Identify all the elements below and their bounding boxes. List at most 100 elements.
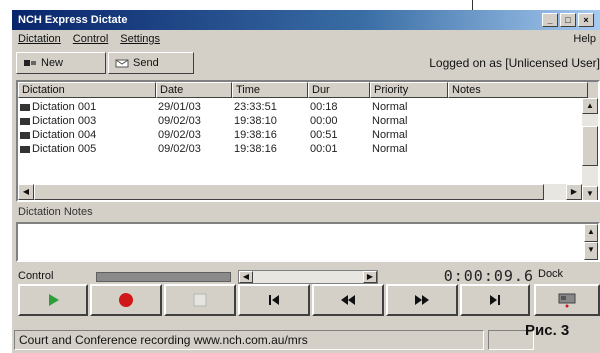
column-header-time[interactable]: Time [232, 82, 308, 98]
stop-icon [193, 293, 207, 307]
position-slider-end[interactable]: ▶ [363, 271, 377, 283]
position-timer: 0:00:09.6 [443, 267, 534, 285]
scroll-thumb[interactable] [582, 126, 598, 166]
send-button-label: Send [133, 57, 159, 69]
status-bar: Court and Conference recording www.nch.c… [12, 326, 600, 353]
dictation-date: 09/02/03 [158, 143, 201, 155]
record-button[interactable] [90, 284, 162, 316]
dictation-time: 19:38:10 [234, 115, 277, 127]
list-vertical-scrollbar[interactable]: ▲ ▼ [582, 98, 598, 200]
status-text: Court and Conference recording www.nch.c… [14, 330, 484, 350]
dictation-priority: Normal [372, 115, 408, 127]
notes-scroll-up[interactable]: ▲ [584, 224, 598, 242]
window-title: NCH Express Dictate [18, 14, 128, 26]
list-horizontal-scrollbar[interactable]: ◀ ▶ [18, 184, 582, 200]
dictation-priority: Normal [372, 143, 408, 155]
dictation-file-icon [20, 117, 30, 125]
column-header-priority[interactable]: Priority [370, 82, 448, 98]
go-to-start-button[interactable] [238, 284, 310, 316]
dictation-date: 29/01/03 [158, 101, 201, 113]
table-row[interactable]: Dictation 001 29/01/03 23:33:51 00:18 No… [18, 100, 588, 114]
send-button[interactable]: Send [108, 52, 194, 74]
play-icon [49, 294, 59, 306]
dock-label: Dock [538, 268, 564, 280]
menu-control[interactable]: Control [73, 30, 108, 48]
menu-bar: Dictation Control Settings Help [12, 30, 600, 48]
table-row[interactable]: Dictation 004 09/02/03 19:38:16 00:51 No… [18, 128, 588, 142]
title-bar: NCH Express Dictate _ □ × [12, 10, 600, 30]
scroll-up-button[interactable]: ▲ [582, 98, 598, 114]
menu-settings[interactable]: Settings [120, 30, 160, 48]
dictation-time: 19:38:16 [234, 143, 277, 155]
column-header-date[interactable]: Date [156, 82, 232, 98]
menu-help[interactable]: Help [573, 30, 596, 48]
notes-label-text: Dictation Notes [18, 206, 93, 218]
stop-button[interactable] [164, 284, 236, 316]
control-label: Control [18, 270, 54, 282]
dictation-time: 19:38:16 [234, 129, 277, 141]
scroll-down-button[interactable]: ▼ [582, 186, 598, 200]
rewind-icon [341, 295, 355, 305]
new-dictation-icon [24, 60, 36, 66]
logged-on-status: Logged on as [Unlicensed User] [429, 56, 600, 70]
app-window: NCH Express Dictate _ □ × Dictation Cont… [12, 10, 600, 353]
fast-forward-icon [415, 295, 429, 305]
dictation-date: 09/02/03 [158, 115, 201, 127]
dictation-name: Dictation 001 [20, 100, 96, 114]
scroll-left-button[interactable]: ◀ [18, 184, 34, 200]
dictation-name: Dictation 005 [20, 142, 96, 156]
send-icon [115, 59, 129, 68]
skip-to-start-icon [269, 295, 279, 305]
position-slider-thumb[interactable]: ◀ [239, 271, 253, 283]
dock-icon [558, 293, 576, 308]
record-icon [119, 293, 133, 307]
new-button-label: New [41, 57, 64, 69]
dictation-dur: 00:01 [310, 143, 338, 155]
menu-dictation[interactable]: Dictation [18, 30, 61, 48]
window-controls: _ □ × [542, 13, 594, 27]
table-row[interactable]: Dictation 005 09/02/03 19:38:16 00:01 No… [18, 142, 588, 156]
toolbar: New Send Logged on as [Unlicensed User] [12, 50, 600, 76]
scroll-right-button[interactable]: ▶ [566, 184, 582, 200]
dictation-name-text: Dictation 001 [32, 101, 97, 113]
record-level-bar [96, 272, 231, 282]
column-header-notes[interactable]: Notes [448, 82, 588, 98]
table-row[interactable]: Dictation 003 09/02/03 19:38:10 00:00 No… [18, 114, 588, 128]
dictation-name-text: Dictation 005 [32, 143, 97, 155]
dictation-name-text: Dictation 003 [32, 115, 97, 127]
skip-to-end-icon [490, 295, 500, 305]
dictation-dur: 00:51 [310, 129, 338, 141]
dictation-notes-input[interactable]: ▲ ▼ [16, 222, 600, 262]
list-header: Dictation Date Time Dur Priority Notes [18, 82, 598, 98]
dictation-time: 23:33:51 [234, 101, 277, 113]
column-header-dictation[interactable]: Dictation [18, 82, 156, 98]
column-header-dur[interactable]: Dur [308, 82, 370, 98]
dictation-list[interactable]: Dictation Date Time Dur Priority Notes D… [16, 80, 600, 202]
dictation-name-text: Dictation 004 [32, 129, 97, 141]
minimize-button[interactable]: _ [542, 13, 558, 27]
dictation-priority: Normal [372, 129, 408, 141]
close-button[interactable]: × [578, 13, 594, 27]
dictation-file-icon [20, 103, 30, 111]
rewind-button[interactable] [312, 284, 384, 316]
go-to-end-button[interactable] [460, 284, 530, 316]
notes-scroll-down[interactable]: ▼ [584, 242, 598, 260]
dictation-name: Dictation 004 [20, 128, 96, 142]
position-slider[interactable]: ◀ ▶ [238, 270, 378, 284]
new-button[interactable]: New [16, 52, 106, 74]
dictation-name: Dictation 003 [20, 114, 96, 128]
dictation-dur: 00:00 [310, 115, 338, 127]
dictation-file-icon [20, 145, 30, 153]
play-button[interactable] [18, 284, 88, 316]
figure-caption: Рис. 3 [525, 322, 570, 339]
maximize-button[interactable]: □ [560, 13, 576, 27]
dictation-file-icon [20, 131, 30, 139]
dictation-priority: Normal [372, 101, 408, 113]
dictation-date: 09/02/03 [158, 129, 201, 141]
dock-button[interactable] [534, 284, 600, 316]
fast-forward-button[interactable] [386, 284, 458, 316]
notes-label: Dictation Notes [18, 206, 93, 218]
dictation-dur: 00:18 [310, 101, 338, 113]
record-level-fill [97, 273, 230, 281]
scroll-h-thumb[interactable] [34, 184, 544, 200]
